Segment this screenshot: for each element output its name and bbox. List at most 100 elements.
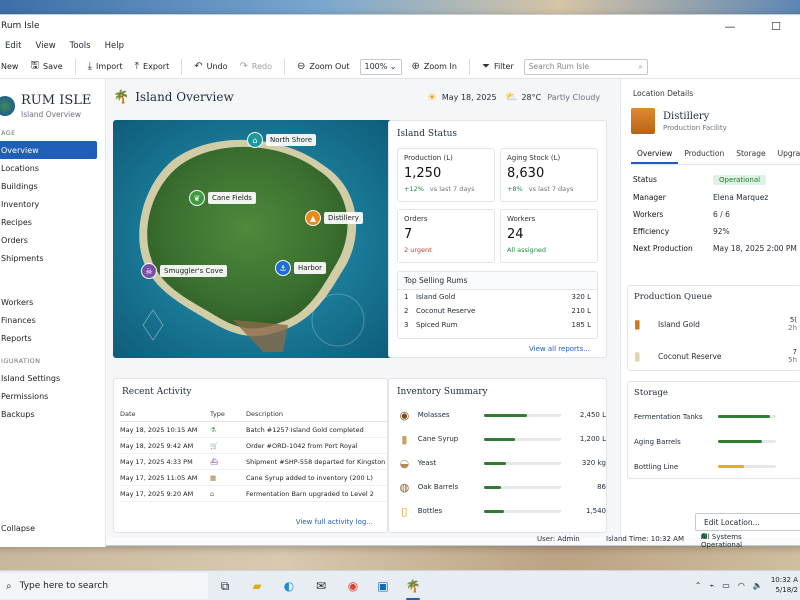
edge-browser-icon[interactable]: ◐ — [278, 575, 300, 597]
weather-display: ⛅ 28°C Partly Cloudy — [505, 92, 600, 103]
undo-button[interactable]: ↶ Undo — [188, 57, 233, 77]
chevron-down-icon: ⌄ — [389, 62, 397, 71]
table-row[interactable]: May 17, 2025 9:20 AM ⌂ Fermentation Barn… — [120, 485, 390, 502]
sidebar-item-inventory[interactable]: Inventory — [0, 195, 101, 213]
save-button[interactable]: 🖫 Save — [24, 57, 68, 77]
list-item[interactable]: ▮ Cane Syrup 1,200 L — [389, 427, 606, 451]
field-efficiency: Efficiency 92% — [621, 223, 800, 240]
edit-location-button[interactable]: Edit Location... — [695, 513, 800, 531]
table-row[interactable]: May 18, 2025 10:15 AM ⚗ Batch #1257 Isla… — [120, 421, 390, 438]
toolbar-divider — [468, 58, 470, 75]
rum-isle-app-icon[interactable]: 🌴 — [402, 575, 424, 600]
minimize-button[interactable]: — — [707, 15, 753, 37]
zoom-in-button[interactable]: ⊕ Zoom In — [406, 57, 463, 77]
clock[interactable]: 10:32 A 5/18/2 — [771, 575, 798, 595]
taskbar-search[interactable]: ⌕ Type here to search — [0, 573, 208, 599]
app-window: Rum Isle — ☐ Edit View Tools Help New 🖫 S… — [0, 14, 800, 549]
collapse-button[interactable]: Collapse — [1, 524, 35, 533]
col-description: Description — [246, 407, 390, 422]
wifi-icon[interactable]: ◠ — [738, 581, 745, 590]
tab-storage[interactable]: Storage — [730, 146, 771, 164]
list-item[interactable]: ◉ Molasses 2,450 L — [389, 403, 606, 427]
battery-icon[interactable]: ▭ — [722, 581, 730, 590]
table-row[interactable]: May 17, 2025 11:05 AM ▦ Cane Syrup added… — [120, 469, 390, 486]
volume-icon[interactable]: 🔈 — [753, 581, 763, 590]
map-pin-distillery[interactable]: ▲ Distillery — [305, 210, 363, 226]
map-pin-harbor[interactable]: ⚓ Harbor — [275, 260, 327, 276]
list-item: Fermentation Tanks — [628, 404, 800, 429]
view-activity-log-link[interactable]: View full activity log... — [296, 518, 373, 526]
filter-icon: ⏷ — [481, 61, 490, 72]
sidebar-item-permissions[interactable]: Permissions — [0, 387, 101, 405]
table-row[interactable]: May 17, 2025 4:33 PM ⛴ Shipment #SHP-558… — [120, 453, 390, 470]
sidebar-item-buildings[interactable]: Buildings — [0, 177, 101, 195]
map-pin-cane-fields[interactable]: ❦ Cane Fields — [189, 190, 256, 206]
production-label: Production (L) — [404, 154, 453, 162]
list-item[interactable]: ▯ Bottles 1,540 — [389, 499, 606, 523]
storage-title: Storage — [634, 388, 668, 398]
map-pin-smugglers-cove[interactable]: ☠ Smuggler's Cove — [141, 263, 228, 279]
menu-view[interactable]: View — [35, 41, 55, 51]
location-details-header: Location Details — [633, 89, 694, 98]
chevron-up-icon[interactable]: ⌃ — [695, 581, 702, 590]
field-value: 6 / 6 — [713, 210, 730, 219]
island-map[interactable]: ⌂ North Shore ❦ Cane Fields ▲ Distillery… — [113, 120, 394, 358]
sidebar-item-reports[interactable]: Reports — [0, 329, 101, 347]
sidebar-item-workers[interactable]: Workers — [0, 293, 101, 311]
sidebar-item-recipes[interactable]: Recipes — [0, 213, 101, 231]
new-button[interactable]: New — [0, 57, 24, 77]
tab-production[interactable]: Production — [678, 146, 730, 164]
inventory-qty: 2,450 L — [579, 411, 606, 419]
search-placeholder: Search Rum Isle — [528, 62, 590, 71]
undo-label: Undo — [206, 62, 228, 71]
search-input[interactable]: Search Rum Isle ⌕ — [523, 58, 648, 75]
title-bar[interactable]: Rum Isle — ☐ — [0, 15, 800, 37]
filter-button[interactable]: ⏷ Filter — [476, 57, 520, 77]
activity-table: Date Type Description May 18, 2025 10:15… — [120, 407, 390, 502]
list-item[interactable]: ▮ Coconut Reserve 7 5h — [628, 340, 800, 372]
workers-note: All assigned — [507, 246, 547, 254]
network-icon[interactable]: ⌁ — [709, 581, 714, 590]
tab-upgrades[interactable]: Upgrad — [772, 146, 800, 164]
field-key: Next Production — [633, 244, 693, 253]
sidebar-item-shipments[interactable]: Shipments — [0, 249, 101, 267]
file-explorer-icon[interactable]: ▰ — [246, 575, 268, 597]
sidebar-item-finances[interactable]: Finances — [0, 311, 101, 329]
map-pin-north-shore[interactable]: ⌂ North Shore — [247, 132, 316, 148]
outlook-icon[interactable]: ▣ — [372, 575, 394, 597]
zoom-select[interactable]: 100% ⌄ — [359, 58, 402, 75]
zoom-out-button[interactable]: ⊖ Zoom Out — [291, 57, 356, 77]
field-value: May 18, 2025 2:00 PM — [713, 244, 797, 253]
redo-button[interactable]: ↷ Redo — [234, 57, 278, 77]
import-button[interactable]: ⤓ Import — [82, 57, 129, 77]
sidebar-item-locations[interactable]: Locations — [0, 159, 101, 177]
workers-value: 24 — [507, 227, 524, 242]
view-all-reports-link[interactable]: View all reports... — [529, 345, 590, 353]
menu-tools[interactable]: Tools — [70, 41, 91, 51]
queue-item-eta: 2h — [788, 324, 797, 332]
chrome-icon[interactable]: ◉ — [342, 575, 364, 597]
maximize-button[interactable]: ☐ — [753, 15, 799, 37]
pin-label: Cane Fields — [208, 192, 256, 204]
table-row[interactable]: May 18, 2025 9:42 AM 🛒 Order #ORD-1042 f… — [120, 437, 390, 454]
aging-note: vs last 7 days — [528, 185, 574, 193]
list-item[interactable]: ◒ Yeast 320 kg — [389, 451, 606, 475]
activity-date: May 18, 2025 10:15 AM — [120, 421, 210, 438]
distillery-icon: ▲ — [305, 210, 321, 226]
save-label: Save — [42, 62, 63, 71]
task-view-icon[interactable]: ⧉ — [214, 575, 236, 597]
sidebar-item-backups[interactable]: Backups — [0, 405, 101, 423]
tab-overview[interactable]: Overview — [631, 146, 679, 164]
menu-help[interactable]: Help — [105, 41, 124, 51]
sidebar-item-overview[interactable]: Overview — [0, 141, 97, 159]
field-manager: Manager Elena Marquez — [621, 189, 800, 206]
toolbar-divider — [74, 58, 76, 75]
island-status-title: Island Status — [397, 129, 458, 139]
list-item[interactable]: ◍ Oak Barrels 86 — [389, 475, 606, 499]
list-item[interactable]: ▮ Island Gold 5(2h — [628, 308, 800, 340]
sidebar-item-island-settings[interactable]: Island Settings — [0, 369, 101, 387]
export-button[interactable]: ⤒ Export — [129, 57, 176, 77]
sidebar-item-orders[interactable]: Orders — [0, 231, 101, 249]
mail-icon[interactable]: ✉ — [310, 575, 332, 597]
menu-edit[interactable]: Edit — [5, 41, 21, 51]
